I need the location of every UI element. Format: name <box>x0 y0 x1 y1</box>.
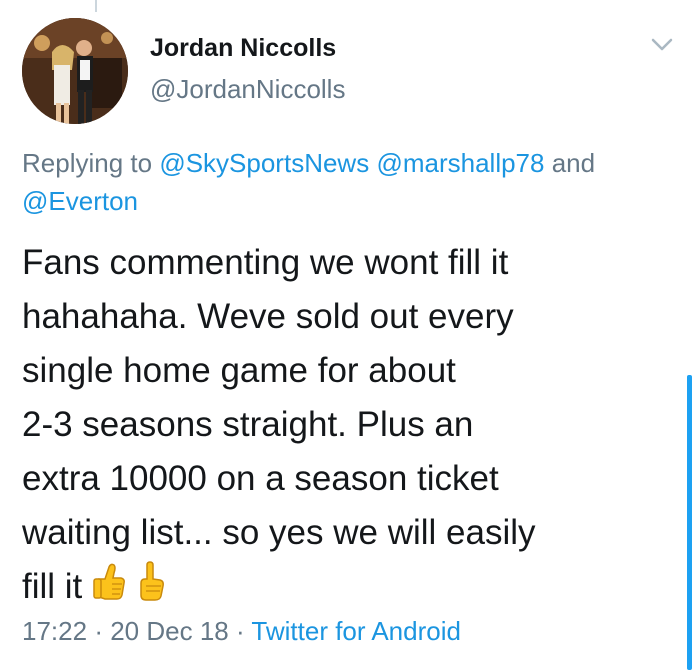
thread-connector-line <box>95 0 97 12</box>
tweet-text-line: hahahaha. Weve sold out every <box>22 297 514 336</box>
tweet-text-line: fill it <box>22 567 83 606</box>
user-handle[interactable]: @JordanNiccolls <box>150 74 345 105</box>
mention-link[interactable]: @Everton <box>22 186 138 216</box>
display-name[interactable]: Jordan Niccolls <box>150 34 336 63</box>
tweet-date: 20 Dec 18 <box>110 616 229 646</box>
tweet-meta: 17:22 · 20 Dec 18 · Twitter for Android <box>22 616 461 647</box>
replying-to-prefix: Replying to <box>22 148 153 178</box>
tweet-text: Fans commenting we wont fill it hahahaha… <box>22 236 682 617</box>
meta-separator: · <box>235 616 245 646</box>
tweet-text-line: extra 10000 on a season ticket <box>22 459 499 498</box>
tweet-source-link[interactable]: Twitter for Android <box>251 616 461 646</box>
avatar[interactable] <box>22 18 128 124</box>
chevron-down-icon[interactable] <box>650 36 674 54</box>
tweet-text-line: waiting list... so yes we will easily <box>22 513 536 552</box>
avatar-photo <box>22 18 128 124</box>
tweet-text-line: Fans commenting we wont fill it <box>22 243 509 282</box>
replying-to: Replying to @SkySportsNews @marshallp78 … <box>22 144 672 220</box>
tweet-text-line: single home game for about <box>22 351 456 390</box>
mention-link[interactable]: @marshallp78 <box>376 148 544 178</box>
thumbs-up-emoji <box>92 561 126 617</box>
tweet-text-line: 2-3 seasons straight. Plus an <box>22 405 474 444</box>
meta-separator: · <box>94 616 103 646</box>
replying-to-joiner: and <box>551 148 596 178</box>
mention-link[interactable]: @SkySportsNews <box>159 148 369 178</box>
tweet-time: 17:22 <box>22 616 88 646</box>
tweet-text-last-line: fill it <box>22 560 682 617</box>
pointing-up-emoji <box>136 560 166 617</box>
scrollbar[interactable] <box>687 375 692 670</box>
